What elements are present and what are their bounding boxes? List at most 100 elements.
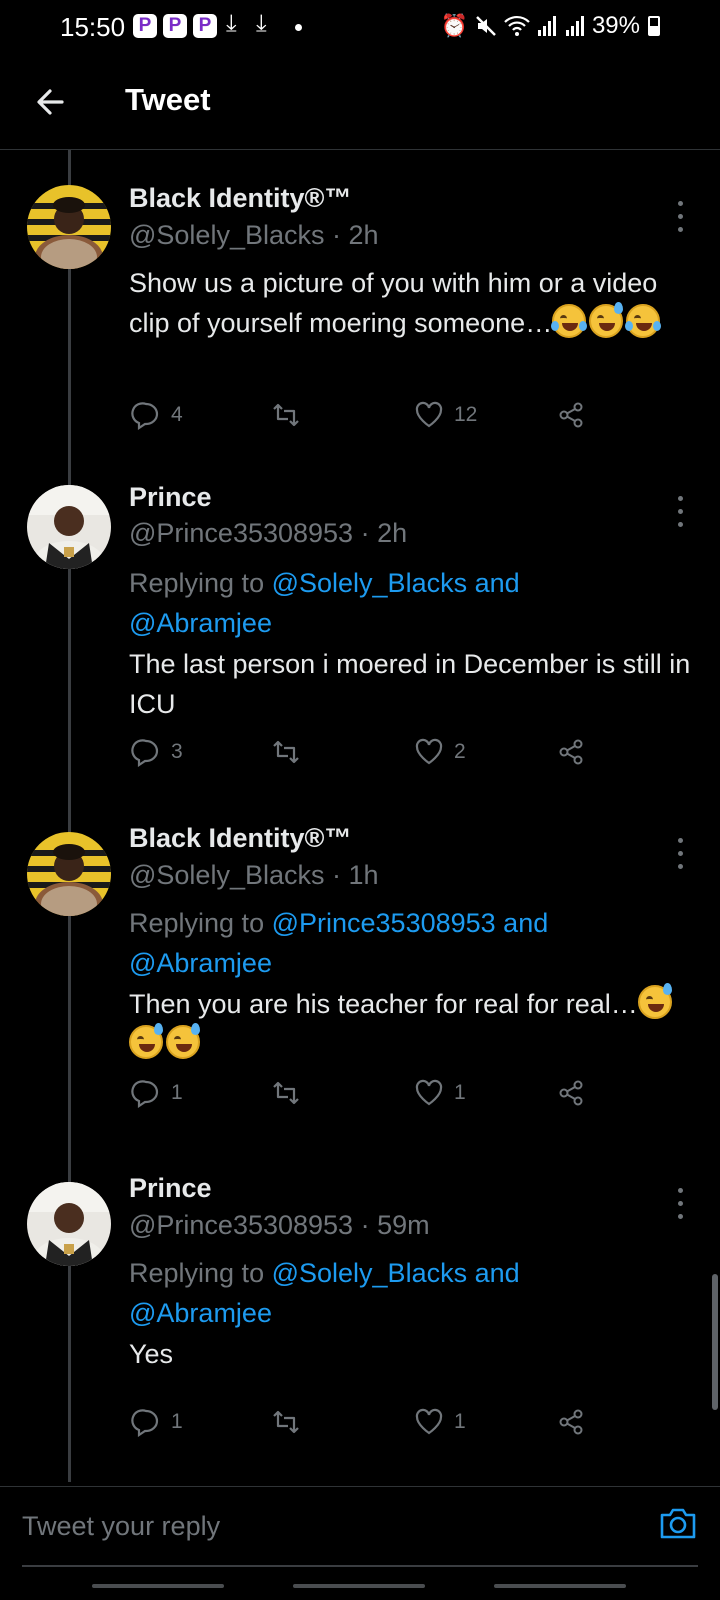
share-button[interactable] <box>556 732 586 772</box>
retweet-icon <box>273 740 299 764</box>
tweet[interactable]: Black Identity®™ @Solely_Blacks · 1h Rep… <box>0 820 720 1160</box>
reply-bubble-icon <box>131 402 159 430</box>
like-count: 1 <box>454 1081 466 1104</box>
page-title: Tweet <box>125 82 211 117</box>
download-icon: ⤓ <box>226 10 237 37</box>
share-button[interactable] <box>556 395 586 435</box>
heart-icon <box>415 1079 443 1106</box>
author-name[interactable]: Black Identity®™ <box>129 823 351 854</box>
status-indicators: ⏰ 39% <box>441 12 660 40</box>
tweet[interactable]: Prince @Prince35308953 · 2h Replying to … <box>0 470 720 810</box>
battery-icon <box>648 16 660 36</box>
grinning-sweat-icon <box>589 302 624 338</box>
heart-icon <box>415 1408 443 1435</box>
author-handle-time: @Prince35308953 · 59m <box>129 1210 430 1240</box>
tweet-actions: 3 2 <box>129 732 609 772</box>
retweet-icon <box>273 1081 299 1105</box>
retweet-button[interactable] <box>271 1402 311 1442</box>
like-button[interactable]: 1 <box>414 1402 466 1442</box>
tweet[interactable]: Black Identity®™ @Solely_Blacks · 2h Sho… <box>0 150 720 470</box>
reply-bubble-icon <box>131 1409 159 1437</box>
heart-icon <box>415 401 443 428</box>
avatar[interactable] <box>27 485 111 569</box>
face-with-tears-of-joy-icon <box>625 304 662 338</box>
mute-icon <box>476 16 496 36</box>
author-name[interactable]: Prince <box>129 1173 212 1204</box>
input-underline <box>22 1565 698 1567</box>
reply-composer: Tweet your reply <box>0 1486 720 1568</box>
reply-bubble-icon <box>131 1080 159 1108</box>
camera-icon[interactable] <box>658 1503 698 1543</box>
tweet[interactable]: Prince @Prince35308953 · 59m Replying to… <box>0 1170 720 1480</box>
alarm-icon: ⏰ <box>440 13 468 38</box>
nav-home-button[interactable] <box>293 1584 425 1588</box>
replying-to: Replying to @Prince35308953 and @Abramjee <box>129 908 549 978</box>
author-handle-time: @Prince35308953 · 2h <box>129 518 408 548</box>
tweet-actions: 4 12 <box>129 395 609 435</box>
reply-count: 4 <box>171 403 183 426</box>
reply-bubble-icon <box>131 739 159 767</box>
like-button[interactable]: 2 <box>414 732 466 772</box>
like-count: 12 <box>454 403 478 426</box>
like-button[interactable]: 12 <box>414 395 477 435</box>
mention-link[interactable]: @Abramjee <box>129 608 272 638</box>
system-nav-bar <box>0 1568 720 1600</box>
scrollbar-thumb[interactable] <box>712 1274 718 1410</box>
status-time: 15:50 <box>60 12 126 42</box>
share-button[interactable] <box>556 1402 586 1442</box>
tweet-text: Show us a picture of you with him or a v… <box>129 263 699 343</box>
battery-percent: 39% <box>591 12 640 39</box>
app-notification-icon: P <box>133 14 157 38</box>
author-name[interactable]: Black Identity®™ <box>129 183 351 214</box>
retweet-icon <box>273 403 299 427</box>
share-button[interactable] <box>556 1073 586 1113</box>
nav-recents-button[interactable] <box>92 1584 224 1588</box>
and-word: and <box>467 568 520 598</box>
signal-icon <box>537 16 556 36</box>
wifi-icon <box>504 15 530 36</box>
tweet-actions: 1 1 <box>129 1073 609 1113</box>
grinning-sweat-icon <box>637 983 672 1019</box>
mention-link[interactable]: @Prince35308953 <box>272 908 496 938</box>
avatar[interactable] <box>27 185 111 269</box>
mention-link[interactable]: @Solely_Blacks <box>272 568 468 598</box>
share-icon <box>559 739 583 765</box>
more-vertical-icon[interactable] <box>671 1184 691 1224</box>
share-icon <box>559 1409 583 1435</box>
mention-link[interactable]: @Abramjee <box>129 948 272 978</box>
more-vertical-icon[interactable] <box>671 834 691 874</box>
more-notifications-icon <box>295 24 302 31</box>
tweet-text: Then you are his teacher for real for re… <box>129 983 699 1064</box>
tweet-actions: 1 1 <box>129 1402 609 1442</box>
tweet-text: The last person i moered in December is … <box>129 649 691 719</box>
avatar[interactable] <box>27 832 111 916</box>
app-notification-icon: P <box>163 14 187 38</box>
nav-back-button[interactable] <box>494 1584 626 1588</box>
retweet-icon <box>273 1410 299 1434</box>
reply-button[interactable]: 1 <box>131 1402 183 1442</box>
like-button[interactable]: 1 <box>414 1073 466 1113</box>
reply-button[interactable]: 4 <box>131 395 183 435</box>
signal-icon <box>565 16 584 36</box>
more-vertical-icon[interactable] <box>671 197 691 237</box>
reply-button[interactable]: 1 <box>131 1073 183 1113</box>
grinning-sweat-icon <box>166 1023 200 1059</box>
app-notification-icon: P <box>193 14 217 38</box>
arrow-left-icon[interactable] <box>28 78 76 126</box>
grinning-sweat-icon <box>129 1023 163 1059</box>
mention-link[interactable]: @Abramjee <box>129 1298 272 1328</box>
retweet-button[interactable] <box>271 1073 311 1113</box>
avatar[interactable] <box>27 1182 111 1266</box>
top-app-bar: Tweet <box>0 56 720 150</box>
reply-input[interactable]: Tweet your reply <box>22 1501 582 1551</box>
author-name[interactable]: Prince <box>129 482 212 513</box>
author-handle-time: @Solely_Blacks · 2h <box>129 220 379 250</box>
retweet-button[interactable] <box>271 732 311 772</box>
more-vertical-icon[interactable] <box>671 492 691 532</box>
like-count: 1 <box>454 1410 466 1433</box>
retweet-button[interactable] <box>271 395 311 435</box>
tweet-text: Yes <box>129 1339 174 1369</box>
reply-button[interactable]: 3 <box>131 732 183 772</box>
author-handle-time: @Solely_Blacks · 1h <box>129 860 379 890</box>
mention-link[interactable]: @Solely_Blacks <box>272 1258 468 1288</box>
